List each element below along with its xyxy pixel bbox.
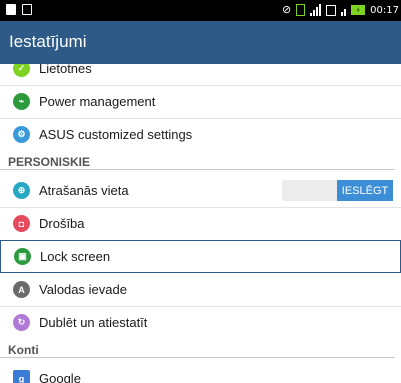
mute-icon: ⊘: [281, 4, 292, 16]
section-title: PERSONISKIE: [8, 155, 91, 169]
settings-item-security[interactable]: ◘ Drošība: [0, 207, 401, 240]
settings-item-backup-reset[interactable]: ↻ Dublēt un atiestatīt: [0, 306, 401, 339]
section-header-accounts: Konti: [0, 338, 401, 362]
notification-icon: [6, 4, 16, 15]
settings-item-label: Valodas ievade: [39, 282, 127, 297]
page-title: Iestatījumi: [9, 32, 87, 51]
status-bar: ⊘ 00:17: [0, 0, 401, 21]
lock-screen-icon: ▣: [14, 248, 31, 265]
backup-icon: ↻: [13, 314, 30, 331]
location-toggle[interactable]: IESLĒGT: [282, 180, 393, 201]
google-icon: g: [13, 370, 30, 383]
battery-icon: [351, 5, 366, 15]
settings-item-language-input[interactable]: A Valodas ievade: [0, 273, 401, 306]
clock: 00:17: [370, 4, 399, 16]
settings-item-label: Google: [39, 371, 81, 383]
sim-icon: [296, 4, 306, 16]
settings-item-label: Power management: [39, 94, 156, 109]
status-left: [6, 4, 32, 15]
apps-icon: ✓: [13, 64, 30, 77]
sim2-icon: [326, 4, 337, 16]
signal-icon: [310, 4, 322, 16]
settings-item-label: Atrašanās vieta: [39, 183, 129, 198]
settings-item-label: Lock screen: [40, 249, 111, 264]
wifi-signal-icon: [341, 4, 347, 16]
settings-list[interactable]: ✓ Lietotnes ⌁ Power management ⚙ ASUS cu…: [0, 64, 401, 383]
app-bar: Iestatījumi: [0, 21, 401, 64]
section-line: [0, 357, 395, 358]
settings-item-location[interactable]: ⊕ Atrašanās vieta IESLĒGT: [0, 174, 401, 207]
settings-item-power-management[interactable]: ⌁ Power management: [0, 85, 401, 118]
power-management-icon: ⌁: [13, 93, 30, 110]
section-line: [0, 169, 395, 170]
settings-item-google[interactable]: g Google: [0, 362, 401, 383]
asus-settings-icon: ⚙: [13, 126, 30, 143]
toggle-on-label: IESLĒGT: [337, 180, 393, 201]
section-title: Konti: [8, 343, 39, 357]
image-notification-icon: [22, 4, 32, 15]
language-icon: A: [13, 281, 30, 298]
lock-icon: ◘: [13, 215, 30, 232]
status-right: ⊘ 00:17: [282, 2, 399, 18]
settings-item-label: Drošība: [39, 216, 85, 231]
settings-item-lock-screen[interactable]: ▣ Lock screen: [0, 240, 401, 273]
settings-item-asus-customized[interactable]: ⚙ ASUS customized settings: [0, 118, 401, 151]
settings-item-label: Dublēt un atiestatīt: [39, 315, 148, 330]
location-icon: ⊕: [13, 182, 30, 199]
section-header-personal: PERSONISKIE: [0, 150, 401, 174]
settings-item-apps[interactable]: ✓ Lietotnes: [0, 64, 401, 85]
settings-item-label: ASUS customized settings: [39, 127, 193, 142]
settings-item-label: Lietotnes: [39, 64, 92, 76]
